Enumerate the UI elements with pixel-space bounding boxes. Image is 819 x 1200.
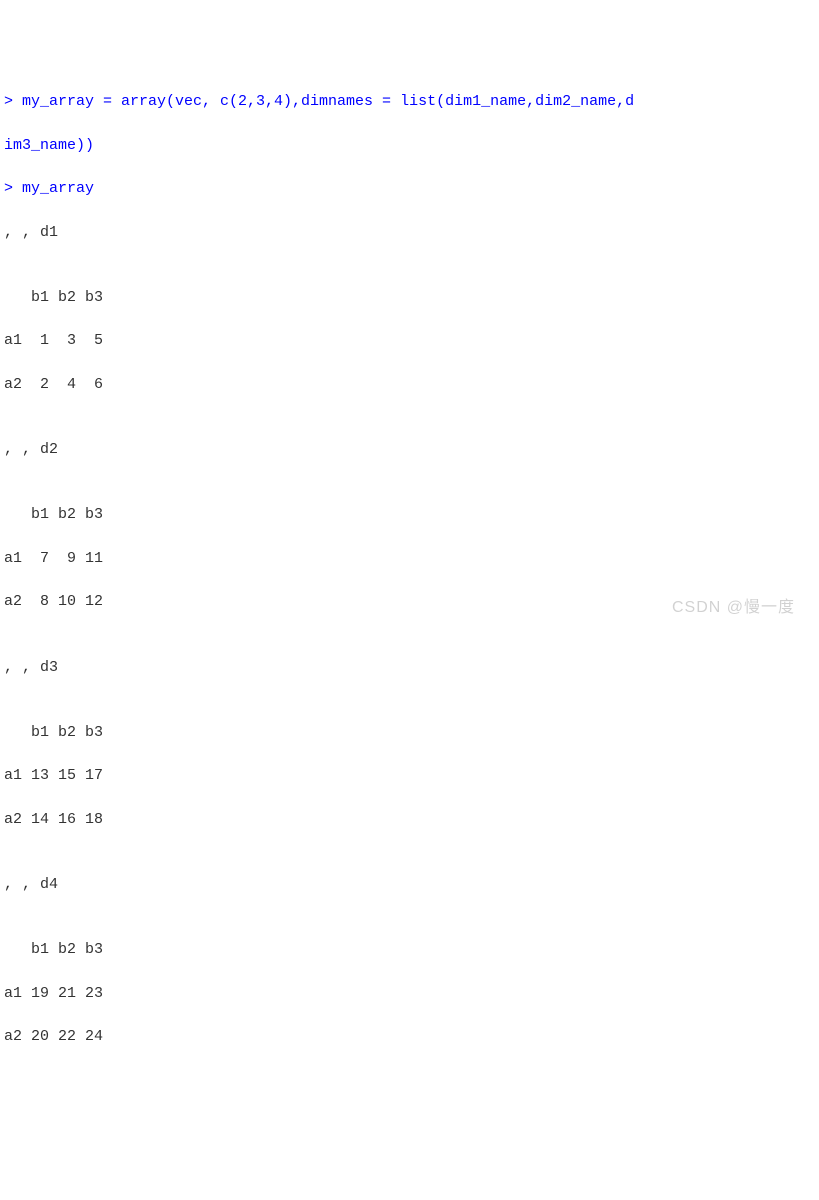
console-input-line-2: > my_array	[4, 178, 815, 200]
output-slice4-header: , , d4	[4, 874, 815, 896]
console-input-line-1a: > my_array = array(vec, c(2,3,4),dimname…	[4, 91, 815, 113]
console-input-line-1b: im3_name))	[4, 135, 815, 157]
output-slice3-header: , , d3	[4, 657, 815, 679]
output-slice1-colheader: b1 b2 b3	[4, 287, 815, 309]
output-slice1-header: , , d1	[4, 222, 815, 244]
output-slice3-row2: a2 14 16 18	[4, 809, 815, 831]
output-slice4-row1: a1 19 21 23	[4, 983, 815, 1005]
output-slice2-row2: a2 8 10 12	[4, 591, 815, 613]
output-slice4-colheader: b1 b2 b3	[4, 939, 815, 961]
output-slice1-row1: a1 1 3 5	[4, 330, 815, 352]
output-slice1-row2: a2 2 4 6	[4, 374, 815, 396]
output-slice3-colheader: b1 b2 b3	[4, 722, 815, 744]
output-slice2-colheader: b1 b2 b3	[4, 504, 815, 526]
output-slice2-row1: a1 7 9 11	[4, 548, 815, 570]
output-slice4-row2: a2 20 22 24	[4, 1026, 815, 1048]
output-slice2-header: , , d2	[4, 439, 815, 461]
output-slice3-row1: a1 13 15 17	[4, 765, 815, 787]
